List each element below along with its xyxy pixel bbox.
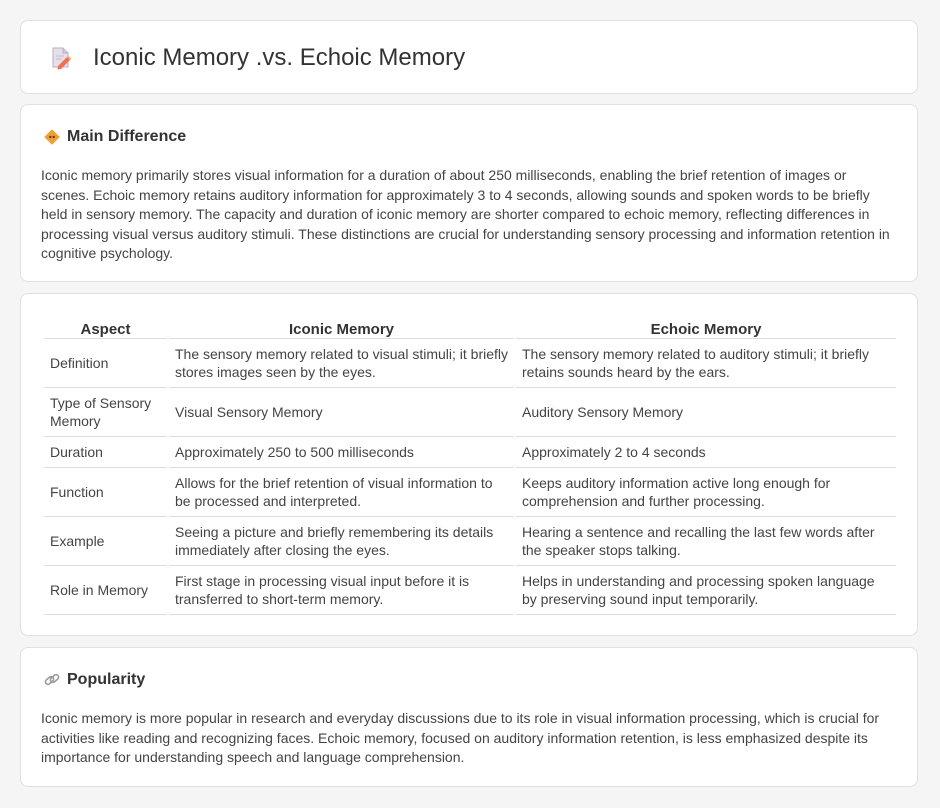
link-icon	[43, 671, 61, 689]
table-row: Role in Memory First stage in processing…	[44, 566, 896, 615]
iconic-cell: First stage in processing visual input b…	[169, 566, 514, 615]
aspect-cell: Role in Memory	[44, 566, 167, 615]
title-card: Iconic Memory .vs. Echoic Memory	[20, 20, 918, 94]
popularity-card: Popularity Iconic memory is more popular…	[20, 647, 918, 787]
main-difference-text: Iconic memory primarily stores visual in…	[41, 167, 890, 261]
table-row: Definition The sensory memory related to…	[44, 339, 896, 388]
iconic-cell: Seeing a picture and briefly remembering…	[169, 517, 514, 566]
main-difference-card: Main Difference Iconic memory primarily …	[20, 104, 918, 282]
table-row: Function Allows for the brief retention …	[44, 468, 896, 517]
popularity-header: Popularity	[43, 670, 145, 690]
aspect-cell: Duration	[44, 437, 167, 468]
header-echoic: Echoic Memory	[516, 316, 896, 339]
aspect-cell: Example	[44, 517, 167, 566]
aspect-cell: Function	[44, 468, 167, 517]
echoic-cell: Approximately 2 to 4 seconds	[516, 437, 896, 468]
echoic-cell: The sensory memory related to auditory s…	[516, 339, 896, 388]
document-pencil-icon	[47, 45, 73, 71]
iconic-cell: Visual Sensory Memory	[169, 388, 514, 437]
echoic-cell: Keeps auditory information active long e…	[516, 468, 896, 517]
popularity-text: Iconic memory is more popular in researc…	[41, 710, 880, 765]
table-row: Example Seeing a picture and briefly rem…	[44, 517, 896, 566]
aspect-cell: Type of Sensory Memory	[44, 388, 167, 437]
iconic-cell: Allows for the brief retention of visual…	[169, 468, 514, 517]
comparison-table: Aspect Iconic Memory Echoic Memory Defin…	[42, 316, 898, 615]
echoic-cell: Auditory Sensory Memory	[516, 388, 896, 437]
echoic-cell: Helps in understanding and processing sp…	[516, 566, 896, 615]
main-difference-title: Main Difference	[67, 128, 187, 145]
table-header-row: Aspect Iconic Memory Echoic Memory	[44, 316, 896, 339]
main-difference-header: Main Difference	[43, 127, 186, 147]
header-aspect: Aspect	[44, 316, 167, 339]
echoic-cell: Hearing a sentence and recalling the las…	[516, 517, 896, 566]
page-title: Iconic Memory .vs. Echoic Memory	[93, 44, 466, 71]
popularity-title: Popularity	[67, 671, 146, 688]
iconic-cell: The sensory memory related to visual sti…	[169, 339, 514, 388]
table-row: Duration Approximately 250 to 500 millis…	[44, 437, 896, 468]
diamond-icon	[43, 128, 61, 146]
aspect-cell: Definition	[44, 339, 167, 388]
table-row: Type of Sensory Memory Visual Sensory Me…	[44, 388, 896, 437]
title-row: Iconic Memory .vs. Echoic Memory	[47, 43, 465, 73]
iconic-cell: Approximately 250 to 500 milliseconds	[169, 437, 514, 468]
comparison-card: Aspect Iconic Memory Echoic Memory Defin…	[20, 293, 918, 636]
header-iconic: Iconic Memory	[169, 316, 514, 339]
